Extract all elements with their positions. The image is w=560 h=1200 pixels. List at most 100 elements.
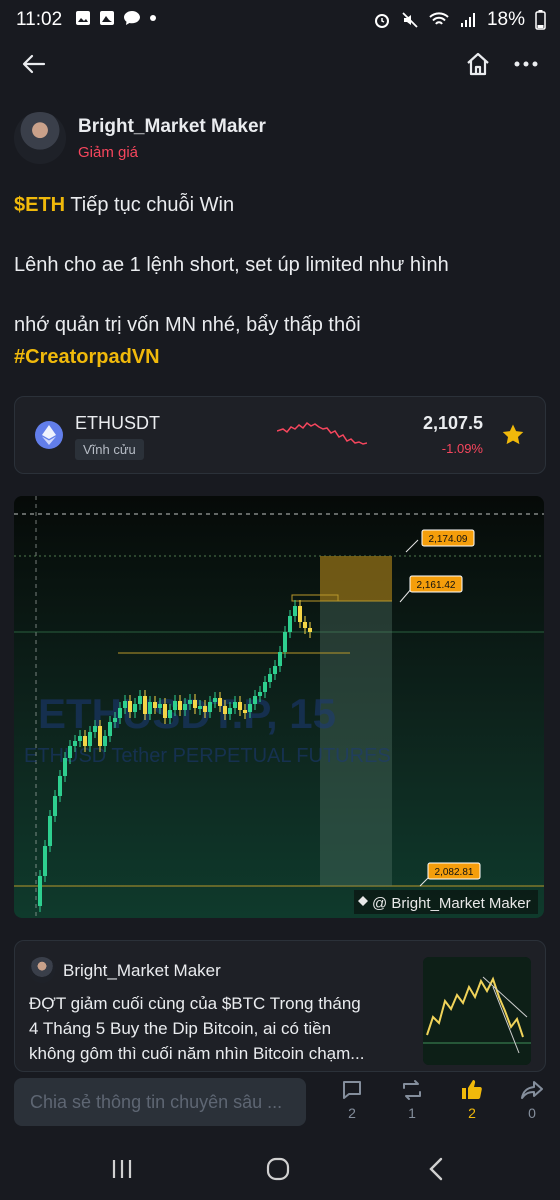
related-post-card[interactable]: Bright_Market Maker ĐỢT giảm cuối cùng c…	[14, 940, 546, 1072]
candle-body	[53, 796, 57, 816]
eth-logo-icon	[35, 421, 63, 449]
more-button[interactable]	[510, 50, 542, 78]
home-circle-icon	[266, 1157, 290, 1181]
candle-body	[78, 736, 82, 741]
candle-body	[183, 704, 187, 710]
candle-body	[308, 628, 312, 632]
author-name[interactable]: Bright_Market Maker	[78, 116, 266, 138]
share-icon	[521, 1081, 543, 1099]
status-time: 11:02	[16, 9, 63, 30]
mute-icon	[402, 12, 418, 28]
candle-body	[303, 622, 307, 628]
post-line-2: Lênh cho ae 1 lệnh short, set úp limited…	[14, 254, 449, 276]
home-button[interactable]	[462, 50, 494, 78]
candle-body	[118, 708, 122, 718]
hashtag-link[interactable]: #CreatorpadVN	[14, 346, 160, 369]
candle-body	[158, 704, 162, 708]
candle-body	[58, 776, 62, 796]
share-input[interactable]: Chia sẻ thông tin chuyên sâu ...	[14, 1078, 306, 1126]
related-author: Bright_Market Maker	[63, 961, 221, 980]
recents-icon	[112, 1160, 132, 1178]
post-author[interactable]: Bright_Market Maker Giảm giá	[14, 112, 266, 164]
back-button[interactable]	[18, 50, 50, 78]
candle-body	[188, 700, 192, 704]
repost-count: 1	[408, 1105, 416, 1121]
price-label-mid: 2,161.42	[409, 575, 463, 593]
candle-body	[48, 816, 52, 846]
candle-body	[293, 606, 297, 616]
star-icon[interactable]	[501, 423, 525, 447]
svg-text:2,161.42: 2,161.42	[417, 580, 456, 591]
price-label-top: 2,174.09	[421, 529, 475, 547]
photo-icon	[100, 11, 114, 25]
system-icons: 18%	[373, 9, 546, 31]
repost-button[interactable]: 1	[392, 1078, 432, 1121]
wifi-icon	[429, 12, 449, 25]
post-line-1-text: Tiếp tục chuỗi Win	[65, 194, 235, 216]
candle-body	[268, 674, 272, 682]
recents-button[interactable]	[104, 1154, 140, 1184]
back-arrow-icon	[22, 54, 46, 74]
candle-body	[258, 692, 262, 696]
candle-body	[98, 726, 102, 746]
candle-body	[68, 746, 72, 758]
candle-body	[278, 652, 282, 666]
chart-illustration: ETHUSDT.P, 15 ETHUSD Tether PERPETUAL FU…	[14, 496, 544, 918]
ticker-price: 2,107.5	[422, 413, 483, 433]
candle-body	[138, 696, 142, 704]
battery-icon	[535, 10, 546, 30]
candle-body	[163, 704, 167, 718]
ticker-change: -1.09%	[441, 441, 483, 456]
thumbs-up-icon	[462, 1080, 482, 1099]
svg-text:2,082.81: 2,082.81	[435, 867, 474, 878]
candle-body	[63, 758, 67, 776]
svg-text:@ Bright_Market Maker: @ Bright_Market Maker	[372, 895, 531, 912]
more-icon	[514, 61, 538, 67]
candle-body	[38, 876, 42, 906]
sentiment-badge: Giảm giá	[78, 143, 139, 161]
candle-body	[193, 700, 197, 708]
like-button[interactable]: 2	[452, 1078, 492, 1121]
system-nav-bar	[0, 1134, 560, 1200]
back-nav-button[interactable]	[418, 1154, 454, 1184]
home-nav-button[interactable]	[260, 1154, 296, 1184]
chevron-left-icon	[429, 1157, 443, 1181]
candle-body	[108, 722, 112, 736]
candle-body	[228, 708, 232, 714]
share-button[interactable]: 0	[512, 1078, 552, 1121]
candle-body	[283, 632, 287, 652]
post-line-1: $ETH Tiếp tục chuỗi Win	[14, 194, 234, 217]
candle-body	[168, 710, 172, 718]
candle-body	[43, 846, 47, 876]
bottom-action-bar: Chia sẻ thông tin chuyên sâu ... 2 1 2 0	[0, 1074, 560, 1134]
ticker-card[interactable]: ETHUSDT Vĩnh cửu 2,107.5 -1.09%	[14, 396, 546, 474]
candle-body	[233, 702, 237, 708]
cashtag-link[interactable]: $ETH	[14, 194, 65, 216]
post-chart-image[interactable]: ETHUSDT.P, 15 ETHUSD Tether PERPETUAL FU…	[14, 496, 544, 918]
battery-percent: 18%	[486, 9, 525, 30]
candle-body	[103, 736, 107, 746]
candle-body	[93, 726, 97, 732]
candle-body	[173, 701, 177, 710]
candle-body	[248, 704, 252, 712]
candle-body	[198, 706, 202, 709]
share-count: 0	[528, 1105, 536, 1121]
avatar[interactable]	[14, 112, 66, 164]
candle-body	[223, 706, 227, 714]
watermark-title: ETHUSDT.P, 15	[38, 690, 336, 737]
price-label-bottom: 2,082.81	[427, 862, 481, 880]
svg-text:2,174.09: 2,174.09	[429, 534, 468, 545]
post-line-3: nhớ quản trị vốn MN nhé, bẩy thấp thôi	[14, 314, 361, 336]
candle-body	[153, 702, 157, 708]
candle-body	[73, 741, 77, 746]
candle-body	[243, 710, 247, 713]
candle-body	[213, 698, 217, 702]
related-text: ĐỢT giảm cuối cùng của $BTC Trong tháng …	[29, 994, 365, 1063]
candle-body	[203, 706, 207, 712]
candle-body	[208, 702, 212, 712]
repost-icon	[403, 1080, 421, 1100]
candle-body	[133, 704, 137, 712]
related-avatar	[29, 957, 55, 983]
comment-button[interactable]: 2	[332, 1078, 372, 1121]
comment-icon	[343, 1081, 361, 1099]
